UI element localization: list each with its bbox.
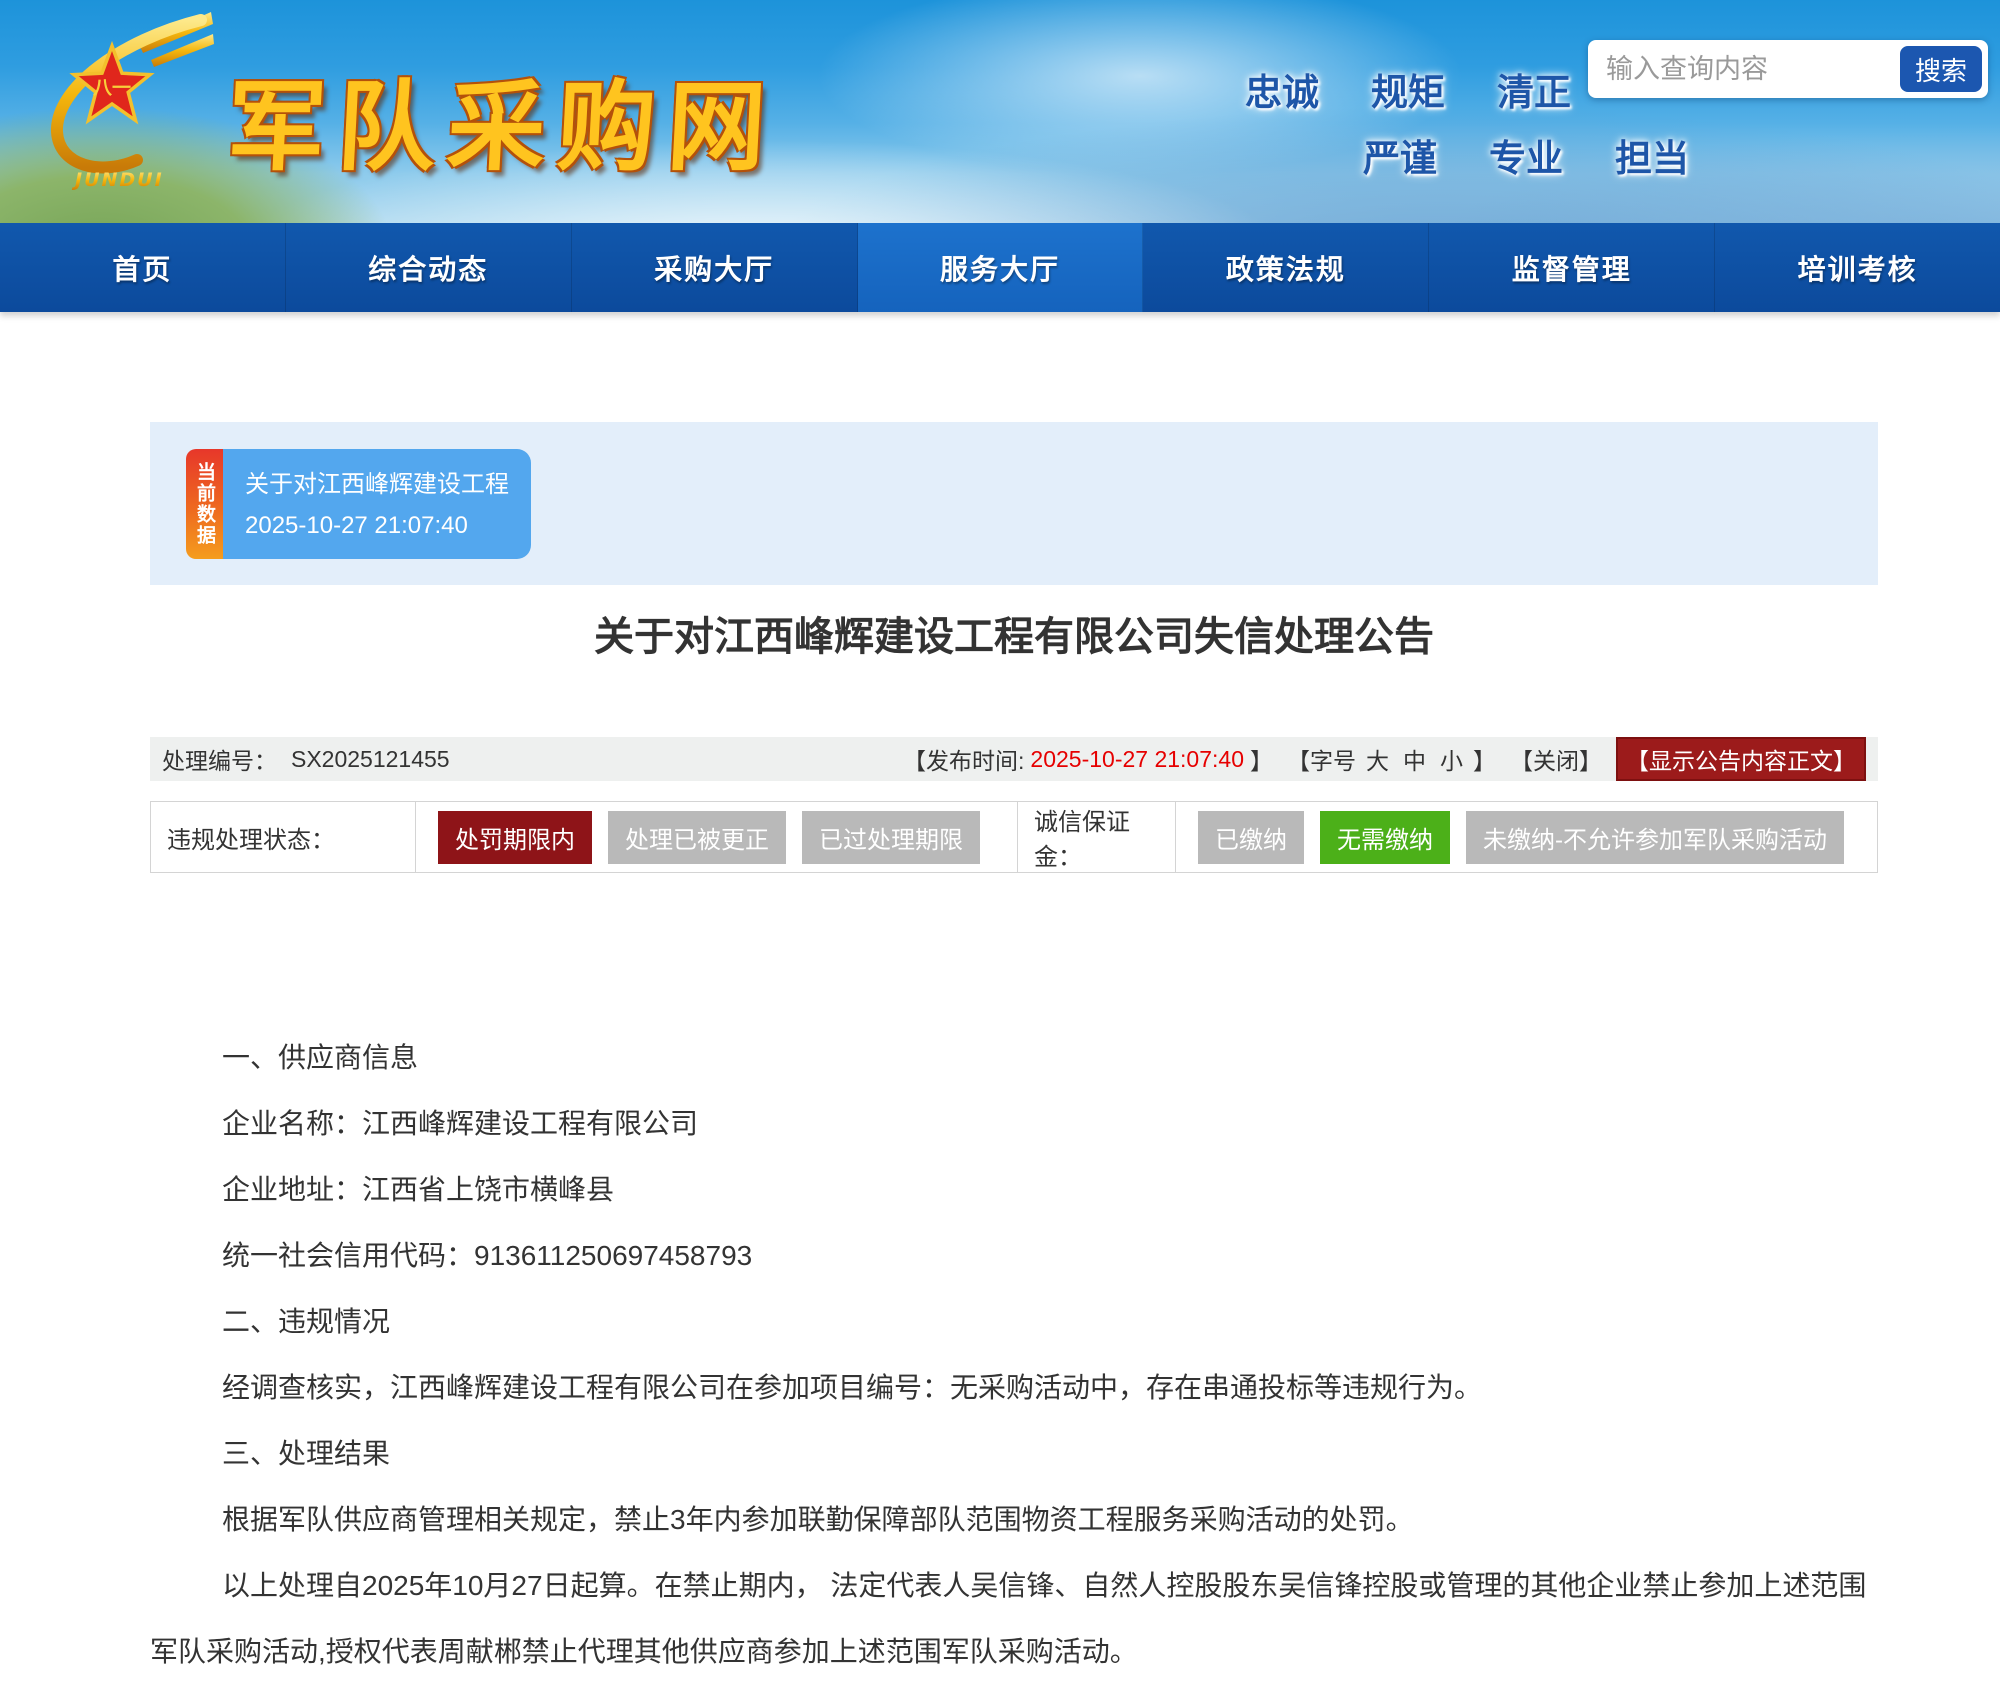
- paragraph-violation-detail: 经调查核实，江西峰辉建设工程有限公司在参加项目编号：无采购活动中，存在串通投标等…: [150, 1355, 1878, 1421]
- current-data-datetime: 2025-10-27 21:07:40: [245, 512, 531, 540]
- show-announcement-body-button[interactable]: 【显示公告内容正文】: [1616, 737, 1866, 781]
- nav-item-service-hall[interactable]: 服务大厅: [858, 223, 1144, 312]
- status-badge-corrected: 处理已被更正: [608, 811, 786, 864]
- status-badge-period-expired: 已过处理期限: [802, 811, 980, 864]
- publish-time: 【发布时间: 2025-10-27 21:07:40 】: [903, 742, 1273, 776]
- content-area: 当前数据 关于对江西峰辉建设工程 2025-10-27 21:07:40 关于对…: [150, 422, 1878, 1685]
- status-badge-paid: 已缴纳: [1198, 811, 1304, 864]
- nav-item-home[interactable]: 首页: [0, 223, 286, 312]
- slogan-word: 忠诚: [1245, 62, 1319, 116]
- status-badge-no-payment-needed: 无需缴纳: [1320, 811, 1450, 864]
- violation-status-options: 处罚期限内 处理已被更正 已过处理期限: [416, 802, 1018, 872]
- site-title: 军队采购网: [224, 48, 781, 190]
- status-bar: 违规处理状态： 处罚期限内 处理已被更正 已过处理期限 诚信保证金： 已缴纳 无…: [150, 801, 1878, 873]
- nav-item-policies[interactable]: 政策法规: [1143, 223, 1429, 312]
- site-header: 八一 JUNDUI 军队采购网 忠诚 规矩 清正 严谨 专业 担当 搜索: [0, 0, 2000, 223]
- section-heading-violation: 二、违规情况: [150, 1289, 1878, 1355]
- deposit-options: 已缴纳 无需缴纳 未缴纳-不允许参加军队采购活动: [1176, 802, 1877, 872]
- font-size-control: 【字号 大 中 小 】: [1287, 742, 1496, 776]
- star-characters: 八一: [93, 77, 131, 99]
- bracket: 】: [1473, 742, 1496, 776]
- current-data-tab: 当前数据: [186, 449, 223, 559]
- site-logo[interactable]: 八一 JUNDUI: [35, 8, 215, 218]
- font-size-small[interactable]: 小: [1440, 742, 1463, 776]
- page-title: 关于对江西峰辉建设工程有限公司失信处理公告: [150, 611, 1878, 663]
- nav-item-supervision[interactable]: 监督管理: [1429, 223, 1715, 312]
- search-bar: 搜索: [1588, 40, 1988, 98]
- slogan-word: 担当: [1615, 128, 1689, 182]
- main-nav: 首页 综合动态 采购大厅 服务大厅 政策法规 监督管理 培训考核: [0, 223, 2000, 312]
- status-badge-unpaid-banned: 未缴纳-不允许参加军队采购活动: [1466, 811, 1844, 864]
- paragraph-penalty-scope: 以上处理自2025年10月27日起算。在禁止期内， 法定代表人吴信锋、自然人控股…: [150, 1553, 1878, 1685]
- close-button[interactable]: 【关闭】: [1510, 742, 1602, 776]
- logo-brand-text: JUNDUI: [71, 169, 164, 191]
- font-size-large[interactable]: 大: [1366, 742, 1389, 776]
- paragraph-penalty: 根据军队供应商管理相关规定，禁止3年内参加联勤保障部队范围物资工程服务采购活动的…: [150, 1487, 1878, 1553]
- current-data-title: 关于对江西峰辉建设工程: [245, 464, 531, 499]
- breadcrumb: 当前数据 关于对江西峰辉建设工程 2025-10-27 21:07:40: [186, 449, 531, 559]
- section-heading-result: 三、处理结果: [150, 1421, 1878, 1487]
- slogan-word: 规矩: [1371, 62, 1445, 116]
- violation-status-label: 违规处理状态：: [151, 802, 416, 872]
- search-input[interactable]: [1604, 46, 1888, 92]
- deposit-label: 诚信保证金：: [1018, 802, 1176, 872]
- publish-time-value: 2025-10-27 21:07:40: [1030, 746, 1244, 773]
- paragraph-credit-code: 统一社会信用代码：913611250697458793: [150, 1223, 1878, 1289]
- status-badge-within-penalty-period: 处罚期限内: [438, 811, 592, 864]
- current-data-card: 关于对江西峰辉建设工程 2025-10-27 21:07:40: [223, 449, 531, 559]
- article-meta-bar: 处理编号： SX2025121455 【发布时间: 2025-10-27 21:…: [150, 737, 1878, 781]
- process-number: 处理编号： SX2025121455: [162, 742, 450, 776]
- publish-time-label: 【发布时间:: [903, 742, 1024, 776]
- nav-item-news[interactable]: 综合动态: [286, 223, 572, 312]
- army-star-logo-icon: 八一 JUNDUI: [35, 8, 215, 213]
- process-number-value: SX2025121455: [291, 746, 450, 773]
- nav-item-training[interactable]: 培训考核: [1715, 223, 2000, 312]
- section-heading-supplier-info: 一、供应商信息: [150, 1025, 1878, 1091]
- slogan-word: 清正: [1497, 62, 1571, 116]
- process-number-label: 处理编号：: [162, 742, 277, 776]
- search-button[interactable]: 搜索: [1900, 46, 1982, 92]
- breadcrumb-band: 当前数据 关于对江西峰辉建设工程 2025-10-27 21:07:40: [150, 422, 1878, 585]
- bracket: 】: [1250, 742, 1273, 776]
- nav-item-procurement-hall[interactable]: 采购大厅: [572, 223, 858, 312]
- slogan-word: 严谨: [1363, 128, 1437, 182]
- paragraph-company-address: 企业地址：江西省上饶市横峰县: [150, 1157, 1878, 1223]
- font-size-medium[interactable]: 中: [1403, 742, 1426, 776]
- slogan-line-2: 严谨 专业 担当: [1363, 128, 1689, 182]
- announcement-body: 一、供应商信息 企业名称：江西峰辉建设工程有限公司 企业地址：江西省上饶市横峰县…: [150, 1025, 1878, 1685]
- paragraph-company-name: 企业名称：江西峰辉建设工程有限公司: [150, 1091, 1878, 1157]
- slogan-word: 专业: [1489, 128, 1563, 182]
- font-size-label: 【字号: [1287, 742, 1356, 776]
